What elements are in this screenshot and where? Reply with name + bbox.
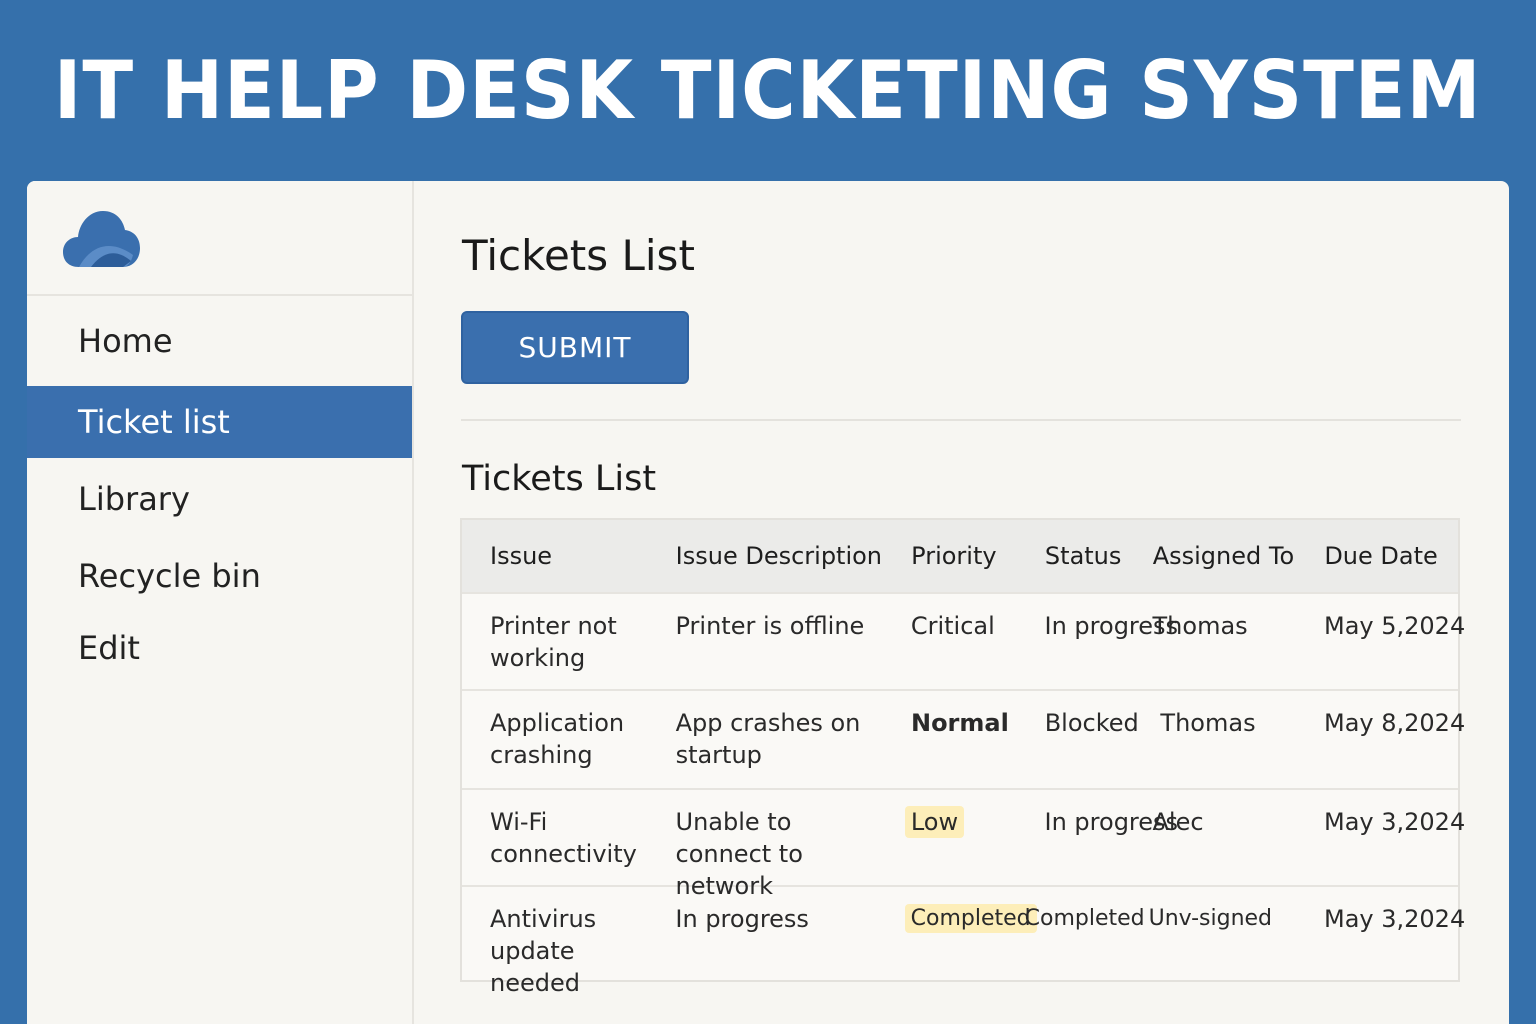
submit-button[interactable]: SUBMIT [461,311,689,384]
issue-cell: Application crashing [490,709,625,769]
assigned-cell: Thomas [1152,612,1248,640]
column-header-due-date[interactable]: Due Date [1318,540,1458,572]
table-header-row: Issue Issue Description Priority Status … [462,520,1458,594]
description-cell: App crashes on startup [675,709,861,769]
due-date-cell: May 8,2024 [1323,709,1466,737]
due-date-cell: May 5,2024 [1324,612,1466,640]
assigned-cell: Thomas [1160,709,1256,737]
sidebar-item-label: Library [78,480,190,518]
page-title: Tickets List [462,231,695,280]
assigned-cell: Unv-signed [1148,906,1273,931]
table-row[interactable]: Antivirus update needed In progress Comp… [462,887,1466,997]
description-cell: Printer is offline [675,612,865,640]
section-title: Tickets List [462,459,657,499]
priority-cell: Normal [910,709,1009,737]
column-header-issue[interactable]: Issue [462,540,648,572]
description-cell: Unable to connect to network [675,808,803,900]
sidebar-item-home[interactable]: Home [27,296,412,386]
status-cell: Blocked [1044,709,1139,737]
priority-cell: Critical [910,612,995,640]
issue-cell: Printer not working [490,612,617,672]
sidebar-item-label: Recycle bin [78,557,261,595]
due-date-cell: May 3,2024 [1323,905,1466,933]
logo-area [27,181,412,296]
issue-cell: Wi-Fi connectivity [490,808,637,868]
priority-badge: Low [904,806,965,838]
sidebar-item-label: Edit [78,629,140,667]
status-cell: In progress [1044,612,1179,640]
app-banner: IT HELP DESK TICKETING SYSTEM [0,0,1536,180]
sidebar-item-ticket-list[interactable]: Ticket list [27,386,412,458]
sidebar: Home Ticket list Library Recycle bin Edi… [27,181,414,1024]
divider [461,419,1461,421]
column-header-assigned[interactable]: Assigned To [1145,540,1319,572]
main-content: Tickets List SUBMIT Tickets List Issue I… [414,181,1509,1024]
sidebar-item-recycle-bin[interactable]: Recycle bin [27,540,412,612]
sidebar-item-label: Home [78,322,173,360]
issue-cell: Antivirus update needed [490,905,597,997]
status-cell: In progress [1044,808,1179,836]
column-header-status[interactable]: Status [1015,540,1145,572]
assigned-cell: Alec [1152,808,1204,836]
table-row[interactable]: Application crashing App crashes on star… [462,691,1466,790]
status-cell: Completed [1024,906,1145,931]
column-header-description[interactable]: Issue Description [648,540,884,572]
table-row[interactable]: Printer not working Printer is offline C… [462,594,1466,691]
tickets-table: Issue Issue Description Priority Status … [460,518,1466,997]
app-title: IT HELP DESK TICKETING SYSTEM [54,43,1482,137]
due-date-cell: May 3,2024 [1324,808,1466,836]
sidebar-item-library[interactable]: Library [27,458,412,540]
table-row[interactable]: Wi-Fi connectivity Unable to connect to … [462,790,1466,900]
app-window: Home Ticket list Library Recycle bin Edi… [27,181,1509,1024]
cloud-icon [63,211,140,267]
sidebar-item-edit[interactable]: Edit [27,612,412,684]
description-cell: In progress [675,905,809,933]
column-header-priority[interactable]: Priority [883,540,1015,572]
sidebar-item-label: Ticket list [78,403,230,441]
